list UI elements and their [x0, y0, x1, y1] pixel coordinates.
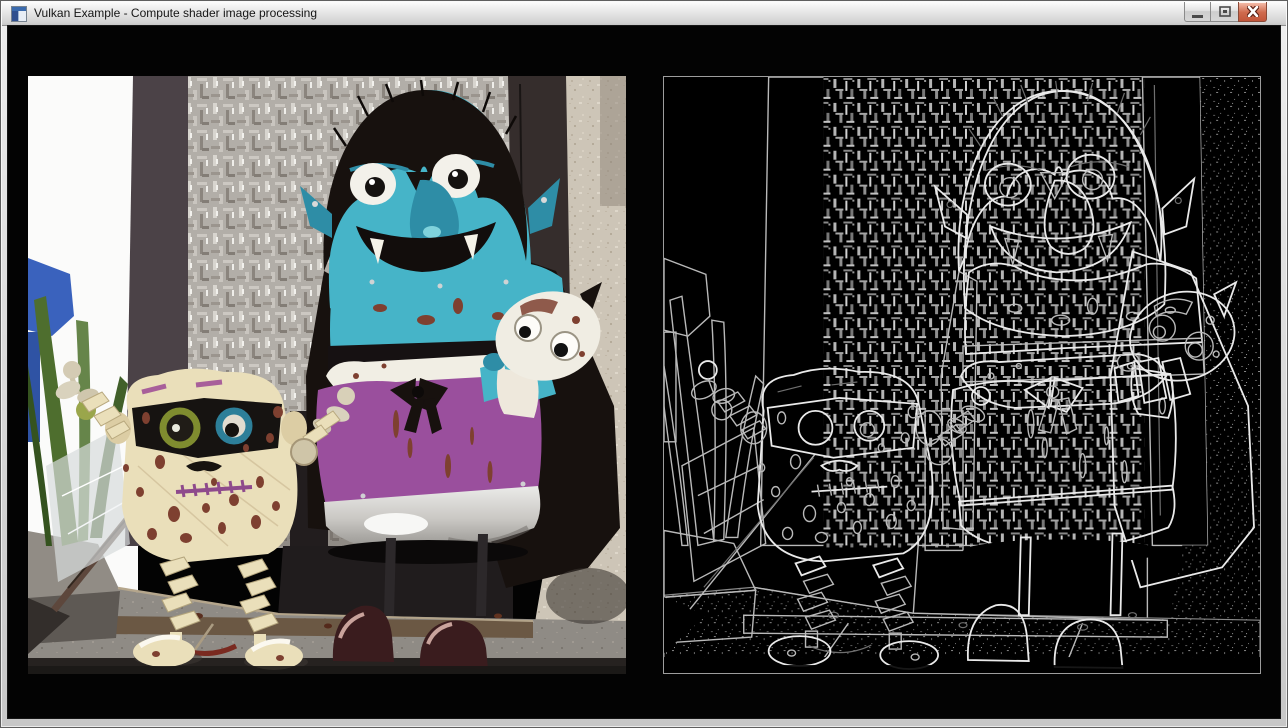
minimize-icon — [1192, 15, 1203, 18]
edge-detected-image — [664, 77, 1260, 673]
close-icon — [1247, 6, 1259, 17]
monster-scene — [28, 76, 626, 674]
window-controls — [1184, 2, 1267, 22]
maximize-icon — [1219, 6, 1231, 17]
titlebar[interactable]: Vulkan Example - Compute shader image pr… — [2, 2, 1286, 26]
original-image-pane — [28, 76, 626, 674]
maximize-button[interactable] — [1211, 2, 1238, 22]
window-title: Vulkan Example - Compute shader image pr… — [34, 6, 317, 20]
original-image — [28, 76, 626, 674]
app-window: Vulkan Example - Compute shader image pr… — [0, 0, 1288, 728]
render-area — [7, 25, 1281, 719]
minimize-button[interactable] — [1184, 2, 1211, 22]
edge-image-pane — [663, 76, 1261, 674]
close-button[interactable] — [1238, 2, 1267, 22]
app-icon — [11, 6, 27, 22]
